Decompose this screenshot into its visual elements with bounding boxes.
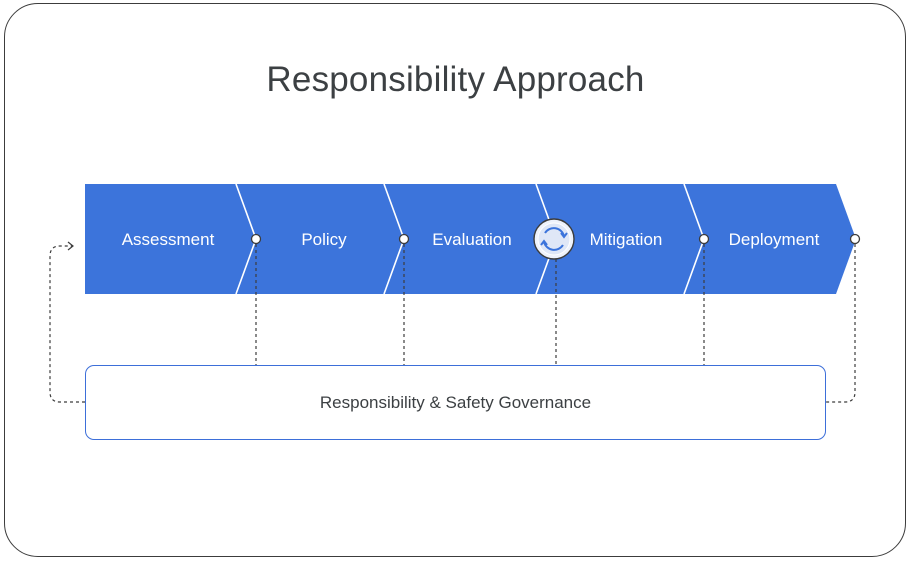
process-flow-diagram: Assessment Policy Evaluation Mitigation … — [49, 183, 861, 403]
node-end — [849, 233, 861, 245]
governance-label: Responsibility & Safety Governance — [319, 392, 592, 412]
refresh-cycle-icon — [533, 218, 575, 260]
step-mitigation: Mitigation — [590, 230, 663, 249]
step-assessment: Assessment — [122, 230, 215, 249]
node-deployment — [698, 233, 710, 245]
node-policy — [250, 233, 262, 245]
loop-back-arrow-icon — [67, 241, 74, 251]
governance-box: Responsibility & Safety Governance — [85, 365, 826, 440]
step-deployment: Deployment — [729, 230, 820, 249]
step-policy: Policy — [301, 230, 347, 249]
node-evaluation — [398, 233, 410, 245]
step-evaluation: Evaluation — [432, 230, 511, 249]
